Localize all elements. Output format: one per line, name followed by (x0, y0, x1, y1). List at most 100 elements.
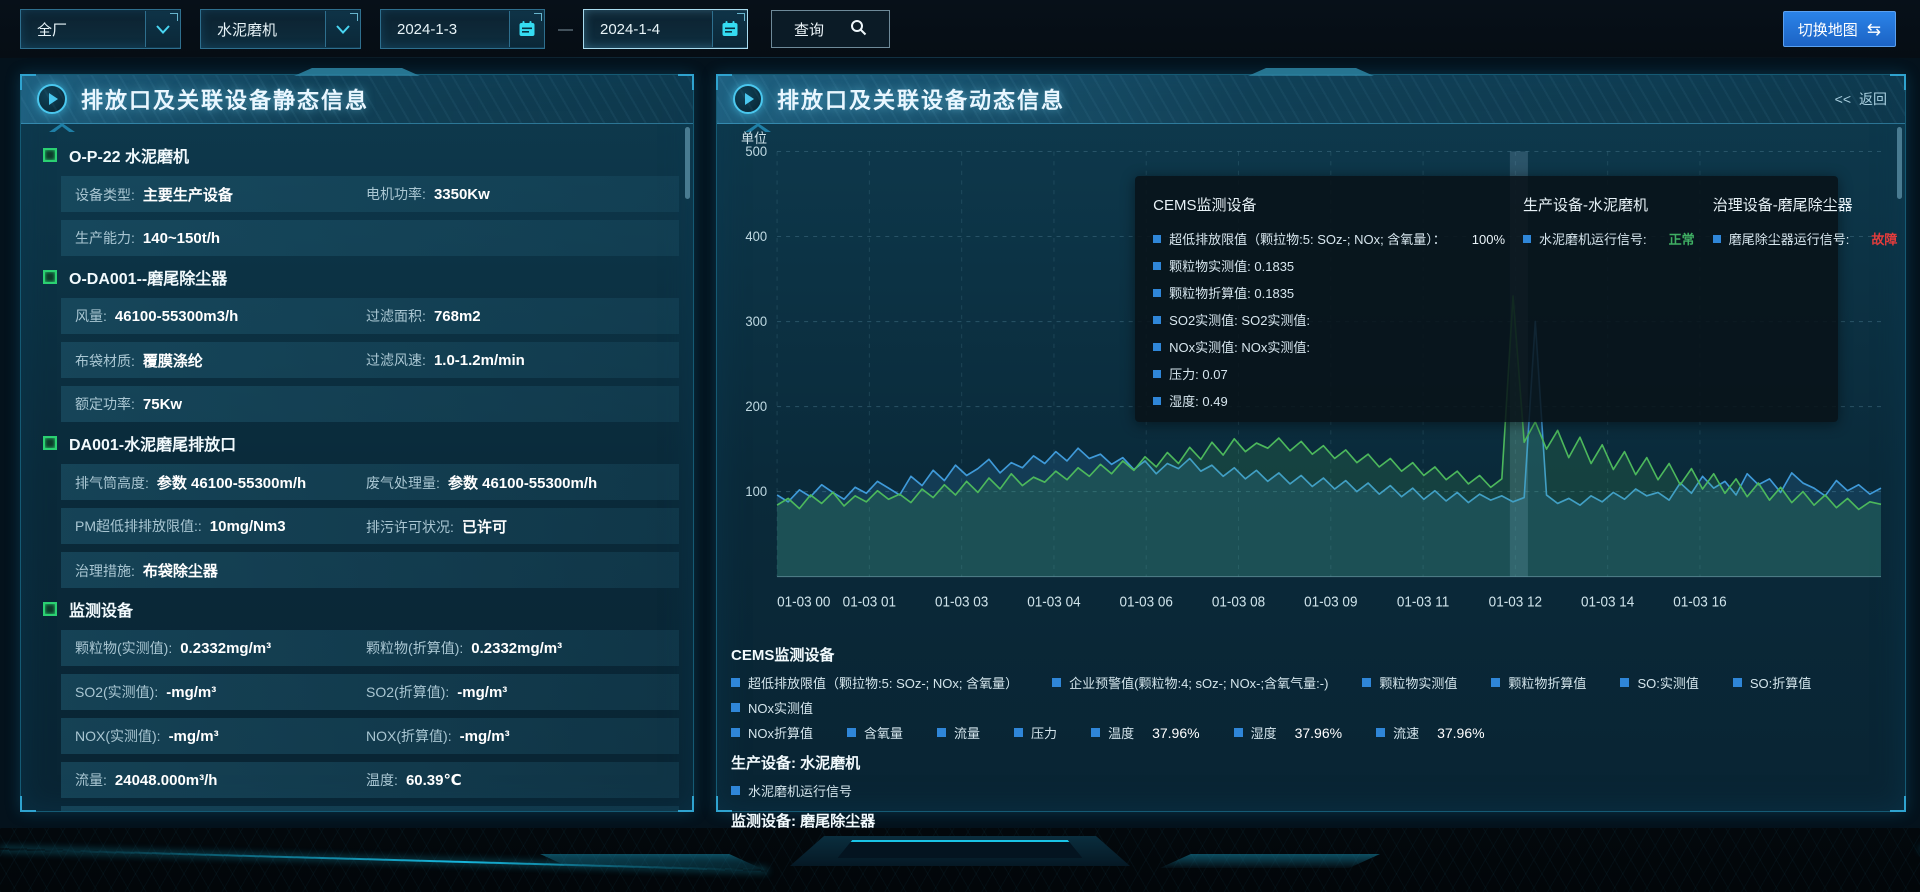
svg-text:01-03 14: 01-03 14 (1581, 593, 1635, 610)
footer-emblem (790, 836, 1130, 866)
legend-marker-icon (1091, 728, 1100, 737)
legend-item-label: SO:折算值 (1750, 673, 1811, 692)
info-row: 排气筒高度:参数 46100-55300m/h废气处理量:参数 46100-55… (61, 464, 679, 500)
svg-text:01-03 01: 01-03 01 (843, 593, 897, 610)
legend-item[interactable]: 企业预警值(颗粒物:4; sOz-; NOx-;含氧气量:-) (1052, 673, 1328, 692)
field-value: 24048.000m³/h (115, 772, 218, 789)
emissions-chart[interactable]: 单位10020030040050001-03 0001-03 0101-03 0… (717, 124, 1905, 630)
section-title: O-DA001--磨尾除尘器 (69, 265, 227, 289)
legend-marker-icon (1153, 289, 1161, 297)
info-row: 湿度:0.45%压力:-0.0930MPa (61, 806, 679, 811)
calendar-icon[interactable] (712, 11, 747, 47)
legend-marker-icon (1153, 397, 1161, 405)
field-label: 过滤面积: (366, 306, 426, 326)
field-label: 生产能力: (75, 228, 135, 248)
field-label: 布袋材质: (75, 351, 135, 371)
legend-marker-icon (1234, 728, 1243, 737)
legend-marker-icon (1052, 678, 1061, 687)
field-value: 768m2 (434, 308, 481, 325)
chevron-down-icon[interactable] (145, 11, 180, 47)
corner-accent (20, 796, 36, 812)
info-row: PM超低排排放限值::10mg/Nm3排污许可状况:已许可 (61, 508, 679, 544)
plant-select[interactable]: 全厂 (20, 9, 181, 49)
back-button[interactable]: << 返回 (1835, 89, 1887, 109)
legend-item[interactable]: 超低排放限值（颗拉物:5: SOz-; NOx; 含氧量） (731, 673, 1018, 692)
tooltip-item-label: 水泥磨机运行信号: (1539, 229, 1647, 248)
static-panel-body: O-P-22 水泥磨机设备类型:主要生产设备电机功率:3350Kw生产能力:14… (21, 124, 693, 811)
legend-item[interactable]: SO:实测值 (1620, 673, 1698, 692)
field-label: SO2(实测值): (75, 682, 158, 702)
corner-accent (1890, 74, 1906, 90)
legend-row: 水泥磨机运行信号 (731, 781, 1887, 800)
svg-text:01-03 00: 01-03 00 (777, 593, 831, 610)
device-select[interactable]: 水泥磨机 (200, 9, 361, 49)
info-cell: 电机功率: 3350Kw (366, 184, 669, 204)
corner-accent (678, 796, 694, 812)
section-header: DA001-水泥磨尾排放口 (43, 431, 679, 455)
legend-item[interactable]: 颗粒物折算值 (1491, 673, 1586, 692)
legend-item[interactable]: SO:折算值 (1733, 673, 1811, 692)
legend-item[interactable]: 水泥磨机运行信号 (731, 781, 852, 800)
corner-accent (716, 796, 732, 812)
field-value: 已许可 (462, 516, 507, 537)
info-cell: 过滤面积: 768m2 (366, 306, 669, 326)
dynamic-panel-header: 排放口及关联设备动态信息 << 返回 (717, 75, 1905, 124)
tooltip-item: 超低排放限值（颗拉物:5: SOz-; NOx; 含氧量）：100% (1153, 229, 1505, 248)
svg-text:01-03 11: 01-03 11 (1397, 593, 1450, 610)
svg-text:300: 300 (745, 313, 767, 328)
info-cell: 颗粒物(实测值):0.2332mg/m³ (75, 638, 366, 658)
switch-map-button[interactable]: 切换地图 ⇆ (1783, 11, 1896, 47)
info-cell: PM超低排排放限值::10mg/Nm3 (75, 516, 366, 536)
legend-item[interactable]: NOx实测值 (731, 698, 813, 717)
calendar-icon[interactable] (509, 11, 544, 47)
legend-item[interactable]: 压力 (1014, 723, 1057, 742)
legend-item[interactable]: 流速37.96% (1376, 723, 1485, 742)
field-value: 3350Kw (434, 186, 490, 203)
info-row: NOX(实测值):-mg/m³NOX(折算值):-mg/m³ (61, 718, 679, 754)
info-cell: 过滤风速:1.0-1.2m/min (366, 350, 669, 370)
svg-text:01-03 16: 01-03 16 (1673, 593, 1727, 610)
field-value: -mg/m³ (169, 728, 219, 745)
field-label: 电机功率: (366, 184, 426, 204)
legend-item[interactable]: 含氧量 (847, 723, 903, 742)
tooltip-item: SO2实测值: SO2实测值: (1153, 310, 1505, 329)
decorative-footer (0, 828, 1920, 892)
legend-item[interactable]: 颗粒物实测值 (1362, 673, 1457, 692)
legend-marker-icon (1733, 678, 1742, 687)
corner-accent (678, 74, 694, 90)
field-value: 1.0-1.2m/min (434, 352, 525, 369)
info-cell: SO2(实测值):-mg/m³ (75, 682, 366, 702)
section-title: 监测设备 (69, 597, 133, 621)
tooltip-column-header: 治理设备-磨尾除尘器 (1713, 194, 1898, 215)
field-value: 主要生产设备 (143, 184, 233, 205)
legend-item-label: 温度 (1108, 723, 1134, 742)
legend-marker-icon (1376, 728, 1385, 737)
static-panel-header: 排放口及关联设备静态信息 (21, 75, 693, 124)
chart-tooltip: CEMS监测设备超低排放限值（颗拉物:5: SOz-; NOx; 含氧量）：10… (1135, 176, 1838, 422)
tooltip-column: 生产设备-水泥磨机水泥磨机运行信号:正常 (1523, 192, 1695, 406)
section-header: O-DA001--磨尾除尘器 (43, 265, 679, 289)
dynamic-info-panel: 排放口及关联设备动态信息 << 返回 单位10020030040050001-0… (716, 74, 1906, 812)
field-label: 治理措施: (75, 561, 135, 581)
field-value: 140~150t/h (143, 230, 220, 247)
field-label: NOX(实测值): (75, 726, 161, 746)
date-to-input[interactable]: 2024-1-4 (583, 9, 748, 49)
query-button[interactable]: 查询 (771, 10, 890, 48)
tooltip-item: NOx实测值: NOx实测值: (1153, 337, 1505, 356)
field-value: -mg/m³ (457, 684, 507, 701)
scrollbar-thumb[interactable] (685, 127, 690, 199)
legend-item[interactable]: 流量 (937, 723, 980, 742)
tooltip-item: 磨尾除尘器运行信号:故障 (1713, 229, 1898, 248)
field-value: 布袋除尘器 (143, 560, 218, 581)
footer-wing (1160, 854, 1380, 868)
svg-text:200: 200 (745, 398, 767, 413)
date-from-input[interactable]: 2024-1-3 (380, 9, 545, 49)
legend-marker-icon (1491, 678, 1500, 687)
play-icon (733, 84, 763, 114)
legend-item[interactable]: 湿度37.96% (1234, 723, 1343, 742)
legend-item[interactable]: 温度37.96% (1091, 723, 1200, 742)
field-label: 温度: (366, 770, 398, 790)
legend-item[interactable]: NOx折算值 (731, 723, 813, 742)
chevron-down-icon[interactable] (325, 11, 360, 47)
field-label: 额定功率: (75, 394, 135, 414)
